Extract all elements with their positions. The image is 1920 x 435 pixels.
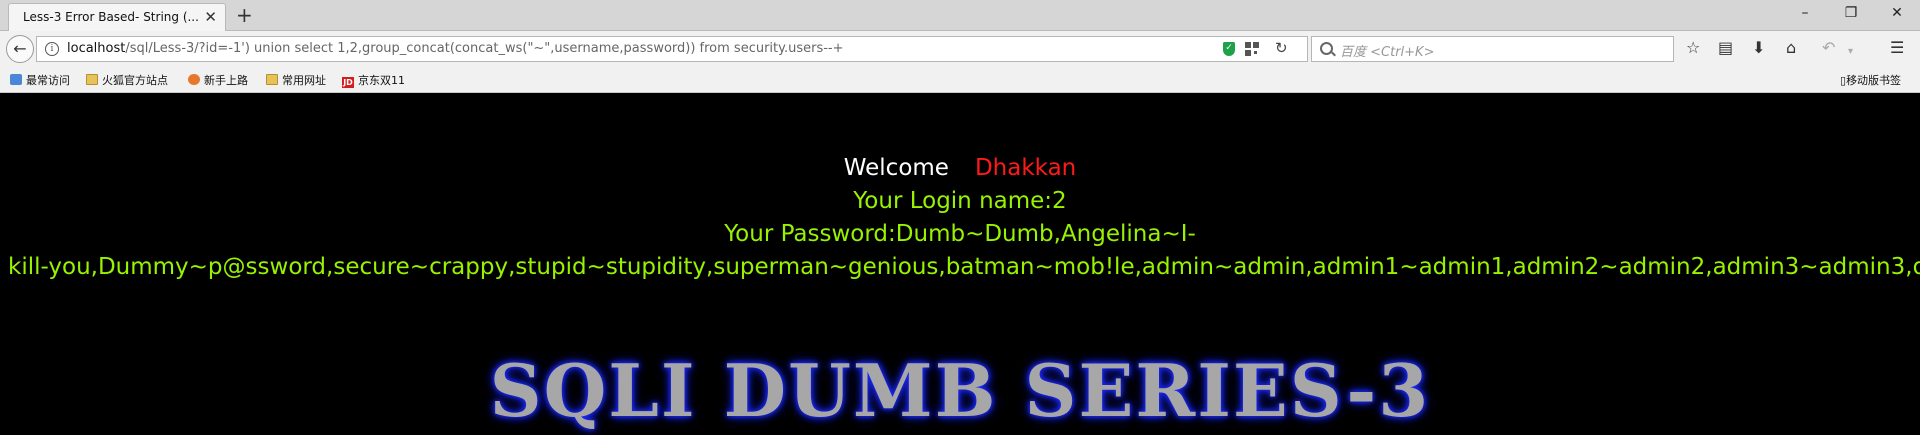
tab-active[interactable]: Less-3 Error Based- String (... ✕: [8, 3, 226, 31]
download-icon[interactable]: ⬇: [1752, 39, 1765, 57]
bookmark-firefox-site[interactable]: 火狐官方站点: [86, 72, 168, 88]
bookmark-star-icon[interactable]: ☆: [1686, 39, 1700, 57]
browser-chrome: Less-3 Error Based- String (... ✕ + – ❐ …: [0, 0, 1920, 93]
undo-dropdown-icon[interactable]: ▾: [1848, 43, 1853, 61]
search-icon: [1320, 42, 1333, 55]
bookmark-icon: [10, 74, 22, 85]
login-name-line: Your Login name:2: [853, 188, 1067, 214]
reload-icon[interactable]: ↻: [1275, 39, 1288, 57]
reading-list-icon[interactable]: ▤: [1718, 39, 1733, 57]
password-line: Your Password:Dumb~Dumb,Angelina~I-: [724, 221, 1196, 247]
new-tab-button[interactable]: +: [236, 3, 253, 27]
tab-close-icon[interactable]: ✕: [204, 9, 217, 25]
bookmark-common-sites[interactable]: 常用网址: [266, 72, 326, 88]
folder-icon: [86, 74, 98, 85]
welcome-text: Welcome: [843, 155, 949, 181]
password-continued: kill-you,Dummy~p@ssword,secure~crappy,st…: [8, 254, 1920, 280]
home-icon[interactable]: ⌂: [1786, 39, 1796, 57]
qr-code-icon[interactable]: [1245, 42, 1259, 56]
search-placeholder: 百度 <Ctrl+K>: [1340, 45, 1435, 60]
series-banner: SQLI DUMB SERIES-3: [489, 348, 1431, 433]
nav-bar: ← i localhost/sql/Less-3/?id=-1') union …: [0, 31, 1920, 67]
bookmark-jd[interactable]: JD 京东双11: [342, 72, 405, 88]
page-content: Welcome Dhakkan Your Login name:2 Your Pa…: [0, 92, 1920, 435]
tab-title: Less-3 Error Based- String (...: [23, 10, 199, 24]
url-host: localhost: [67, 41, 126, 56]
mobile-bookmarks[interactable]: ▯移动版书签: [1840, 72, 1901, 88]
bookmark-getting-started[interactable]: 新手上路: [188, 72, 248, 88]
menu-icon[interactable]: ☰: [1890, 39, 1904, 57]
bookmarks-bar: 最常访问 火狐官方站点 新手上路 常用网址 JD 京东双11 ▯移动版书签: [0, 69, 1920, 91]
firefox-icon: [188, 74, 200, 85]
folder-icon: [266, 74, 278, 85]
close-window-button[interactable]: ✕: [1882, 3, 1912, 23]
minimize-button[interactable]: –: [1790, 3, 1820, 23]
site-info-icon[interactable]: i: [45, 42, 59, 56]
tab-strip: Less-3 Error Based- String (... ✕ + – ❐ …: [0, 0, 1920, 31]
undo-icon[interactable]: ↶: [1822, 39, 1835, 57]
bookmark-most-visited[interactable]: 最常访问: [10, 72, 70, 88]
jd-icon: JD: [342, 77, 354, 88]
arrow-left-icon: ←: [13, 39, 27, 58]
restore-button[interactable]: ❐: [1836, 3, 1866, 23]
url-path: /sql/Less-3/?id=-1') union select 1,2,gr…: [125, 41, 844, 56]
url-text[interactable]: localhost/sql/Less-3/?id=-1') union sele…: [67, 41, 844, 56]
user-name: Dhakkan: [974, 155, 1077, 181]
address-bar[interactable]: i localhost/sql/Less-3/?id=-1') union se…: [36, 36, 1308, 62]
shield-icon[interactable]: ✓: [1223, 42, 1235, 56]
welcome-line: Welcome Dhakkan: [0, 155, 1920, 181]
search-bar[interactable]: 百度 <Ctrl+K>: [1311, 36, 1674, 62]
back-button[interactable]: ←: [6, 35, 34, 63]
